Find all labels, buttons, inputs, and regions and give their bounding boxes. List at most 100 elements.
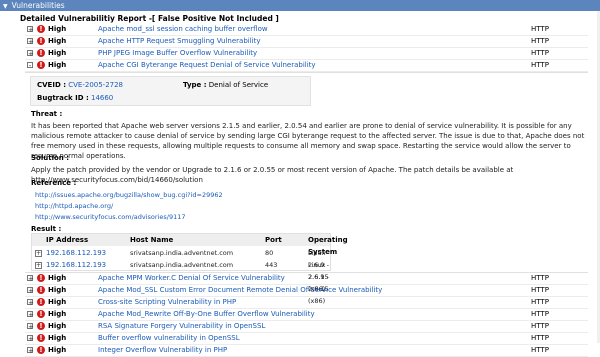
protocol-label: HTTP xyxy=(531,25,549,33)
error-circle-icon: ! xyxy=(37,346,45,354)
vulnerability-link[interactable]: Apache MPM Worker.C Denial Of Service Vu… xyxy=(98,273,285,284)
triangle-down-icon[interactable]: ▼ xyxy=(3,3,8,10)
error-circle-icon: ! xyxy=(37,310,45,318)
bugtrack-link[interactable]: 14660 xyxy=(91,94,113,102)
severity-label: High xyxy=(48,49,67,57)
vulnerability-row[interactable]: + ! High Integer Overflow Vulnerability … xyxy=(25,345,588,357)
vulnerability-info-box: CVEID : CVE-2005-2728 Type : Denial of S… xyxy=(30,76,311,106)
result-heading: Result : xyxy=(31,225,62,233)
protocol-label: HTTP xyxy=(531,37,549,45)
cve-link[interactable]: CVE-2005-2728 xyxy=(68,81,123,89)
vulnerability-row[interactable]: + ! High PHP JPEG Image Buffer Overflow … xyxy=(25,48,588,60)
protocol-label: HTTP xyxy=(531,298,549,306)
bugtrack-label: Bugtrack ID : xyxy=(37,94,89,102)
solution-text: Apply the patch provided by the vendor o… xyxy=(31,166,514,184)
table-row[interactable]: + 192.168.112.193 srivatsanp.india.adven… xyxy=(32,259,330,305)
column-ip-address: IP Address xyxy=(46,236,89,244)
severity-label: High xyxy=(48,322,67,330)
port: 443 xyxy=(265,261,278,269)
threat-text: It has been reported that Apache web ser… xyxy=(31,122,585,160)
plus-box-icon[interactable]: + xyxy=(27,275,34,283)
plus-box-icon[interactable]: + xyxy=(27,347,34,355)
threat-heading: Threat : xyxy=(31,110,63,118)
error-circle-icon: ! xyxy=(37,322,45,330)
host-name: srivatsanp.india.adventnet.com xyxy=(130,261,234,269)
plus-box-icon[interactable]: + xyxy=(27,335,34,343)
ip-address-link[interactable]: 192.168.112.193 xyxy=(46,259,106,271)
plus-box-icon[interactable]: + xyxy=(27,287,34,295)
error-circle-icon: ! xyxy=(37,49,45,57)
vulnerability-link[interactable]: Cross-site Scripting Vulnerability in PH… xyxy=(98,297,236,308)
severity-label: High xyxy=(48,61,67,69)
protocol-label: HTTP xyxy=(531,49,549,57)
vulnerability-link[interactable]: RSA Signature Forgery Vulnerability in O… xyxy=(98,321,265,332)
report-title: Detailed Vulnerabilitiy Report -[ False … xyxy=(20,14,279,23)
plus-box-icon[interactable]: + xyxy=(27,299,34,307)
solution-heading: Solution : xyxy=(31,154,70,162)
severity-label: High xyxy=(48,274,67,282)
result-table-header: IP Address Host Name Port Operating Syst… xyxy=(32,234,348,256)
plus-box-icon[interactable]: + xyxy=(27,311,34,319)
vulnerability-row[interactable]: + ! High Apache MPM Worker.C Denial Of S… xyxy=(25,273,588,285)
reference-link[interactable]: http://issues.apache.org/bugzilla/show_b… xyxy=(35,191,223,199)
error-circle-icon: ! xyxy=(37,37,45,45)
error-circle-icon: ! xyxy=(37,61,45,69)
severity-label: High xyxy=(48,286,67,294)
reference-link[interactable]: http://www.securityfocus.com/advisories/… xyxy=(35,213,186,221)
protocol-label: HTTP xyxy=(531,346,549,354)
port: 80 xyxy=(265,249,274,257)
protocol-label: HTTP xyxy=(531,322,549,330)
protocol-label: HTTP xyxy=(531,61,549,69)
minus-box-icon[interactable]: - xyxy=(27,62,33,70)
protocol-label: HTTP xyxy=(531,334,549,342)
plus-box-icon[interactable]: + xyxy=(35,262,42,269)
vulnerability-link[interactable]: Apache HTTP Request Smuggling Vulnerabil… xyxy=(98,36,261,47)
severity-label: High xyxy=(48,37,67,45)
protocol-label: HTTP xyxy=(531,310,549,318)
vulnerability-row[interactable]: + ! High Apache Mod_Rewrite Off-By-One B… xyxy=(25,309,588,321)
cve-label: CVEID : xyxy=(37,81,66,89)
severity-label: High xyxy=(48,334,67,342)
severity-label: High xyxy=(48,346,67,354)
vulnerability-link[interactable]: Integer Overflow Vulnerability in PHP xyxy=(98,345,227,356)
type-value: Denial of Service xyxy=(208,81,269,89)
host-name: srivatsanp.india.adventnet.com xyxy=(130,249,234,257)
plus-box-icon[interactable]: + xyxy=(27,38,34,46)
column-port: Port xyxy=(265,236,282,244)
vulnerability-link[interactable]: Apache CGI Byterange Request Denial of S… xyxy=(98,60,316,71)
error-circle-icon: ! xyxy=(37,25,45,33)
section-header[interactable]: ▼ Vulnerabilities xyxy=(0,0,600,11)
vulnerability-row[interactable]: + ! High Cross-site Scripting Vulnerabil… xyxy=(25,297,588,309)
type-label: Type : xyxy=(183,81,207,89)
error-circle-icon: ! xyxy=(37,334,45,342)
vulnerability-list: + ! High Apache mod_ssl session caching … xyxy=(25,24,588,357)
severity-label: High xyxy=(48,310,67,318)
error-circle-icon: ! xyxy=(37,274,45,282)
vulnerability-row[interactable]: + ! High Apache HTTP Request Smuggling V… xyxy=(25,36,588,48)
table-row[interactable]: + 192.168.112.193 srivatsanp.india.adven… xyxy=(32,247,330,293)
vulnerability-row[interactable]: + ! High Buffer overflow vulnerability i… xyxy=(25,333,588,345)
severity-label: High xyxy=(48,298,67,306)
plus-box-icon[interactable]: + xyxy=(35,250,42,257)
vulnerability-link[interactable]: Buffer overflow vulnerability in OpenSSL xyxy=(98,333,240,344)
plus-box-icon[interactable]: + xyxy=(27,50,34,58)
error-circle-icon: ! xyxy=(37,298,45,306)
vulnerability-link[interactable]: Apache mod_ssl session caching buffer ov… xyxy=(98,24,268,35)
severity-label: High xyxy=(48,25,67,33)
error-circle-icon: ! xyxy=(37,286,45,294)
reference-link[interactable]: http://httpd.apache.org/ xyxy=(35,202,113,210)
reference-heading: Reference : xyxy=(31,179,77,187)
vulnerability-link[interactable]: Apache Mod_Rewrite Off-By-One Buffer Ove… xyxy=(98,309,315,320)
vulnerability-link[interactable]: Apache Mod_SSL Custom Error Document Rem… xyxy=(98,285,382,296)
vulnerability-row[interactable]: + ! High Apache Mod_SSL Custom Error Doc… xyxy=(25,285,588,297)
plus-box-icon[interactable]: + xyxy=(27,26,34,34)
vulnerability-link[interactable]: PHP JPEG Image Buffer Overflow Vulnerabi… xyxy=(98,48,257,59)
vulnerability-row[interactable]: + ! High RSA Signature Forgery Vulnerabi… xyxy=(25,321,588,333)
vulnerability-row[interactable]: + ! High Apache mod_ssl session caching … xyxy=(25,24,588,36)
plus-box-icon[interactable]: + xyxy=(27,323,34,331)
section-title: Vulnerabilities xyxy=(11,1,65,10)
vulnerability-row-expanded[interactable]: - ! High Apache CGI Byterange Request De… xyxy=(25,60,588,72)
column-host-name: Host Name xyxy=(130,236,174,244)
result-table: IP Address Host Name Port Operating Syst… xyxy=(31,233,348,305)
ip-address-link[interactable]: 192.168.112.193 xyxy=(46,247,106,259)
